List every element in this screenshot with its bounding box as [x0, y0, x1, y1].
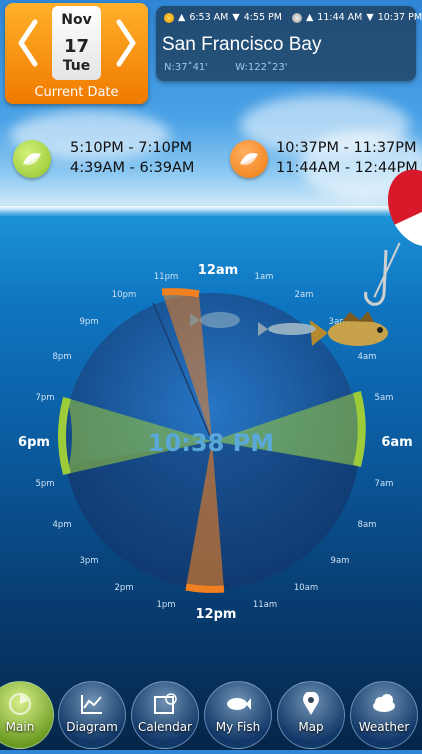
map-pin-icon — [303, 692, 319, 715]
hour-label: 4am — [358, 352, 377, 362]
hour-label: 7pm — [35, 393, 54, 403]
minor-rim-day — [185, 583, 225, 593]
label-6pm: 6pm — [18, 435, 50, 450]
solunar-dial: 10:38 PM 12am 6am 12pm 6pm 1am 2am 3am 4… — [0, 0, 422, 750]
tab-my-fish[interactable]: My Fish — [204, 681, 272, 749]
diagram-icon — [81, 695, 102, 714]
tab-weather[interactable]: Weather — [350, 681, 418, 749]
hour-label: 10am — [294, 583, 318, 593]
hour-label: 1am — [255, 272, 274, 282]
hour-label: 5pm — [35, 479, 54, 489]
tab-main[interactable]: Main — [0, 681, 54, 749]
hour-label: 11am — [253, 600, 277, 610]
hour-label: 1pm — [156, 600, 175, 610]
tab-bar: Main Diagram Calendar My Fish Map Weathe… — [0, 676, 422, 750]
minor-rim-night — [161, 288, 200, 298]
hour-label: 9am — [331, 556, 350, 566]
hour-label: 2pm — [114, 583, 133, 593]
tab-calendar[interactable]: Calendar — [131, 681, 199, 749]
hour-label: 8am — [358, 520, 377, 530]
hour-label: 7am — [375, 479, 394, 489]
hour-label: 9pm — [79, 317, 98, 327]
main-icon — [9, 693, 31, 715]
fish-icon — [227, 698, 251, 710]
calendar-icon — [154, 693, 177, 714]
hour-label: 11pm — [154, 272, 179, 282]
hour-label: 5am — [375, 393, 394, 403]
tab-diagram[interactable]: Diagram — [58, 681, 126, 749]
hour-label: 2am — [295, 290, 314, 300]
weather-icon — [373, 694, 395, 712]
label-12am: 12am — [198, 263, 238, 278]
current-time: 10:38 PM — [148, 429, 274, 457]
hour-label: 8pm — [52, 352, 71, 362]
tab-map[interactable]: Map — [277, 681, 345, 749]
fishing-hook-image — [364, 249, 388, 306]
label-6am: 6am — [381, 435, 412, 450]
hour-label: 4pm — [52, 520, 71, 530]
hour-label: 10pm — [112, 290, 137, 300]
tab-label: Weather — [358, 720, 410, 734]
perch-fish-image — [310, 311, 388, 346]
label-12pm: 12pm — [196, 607, 237, 622]
hour-label: 3pm — [79, 556, 98, 566]
